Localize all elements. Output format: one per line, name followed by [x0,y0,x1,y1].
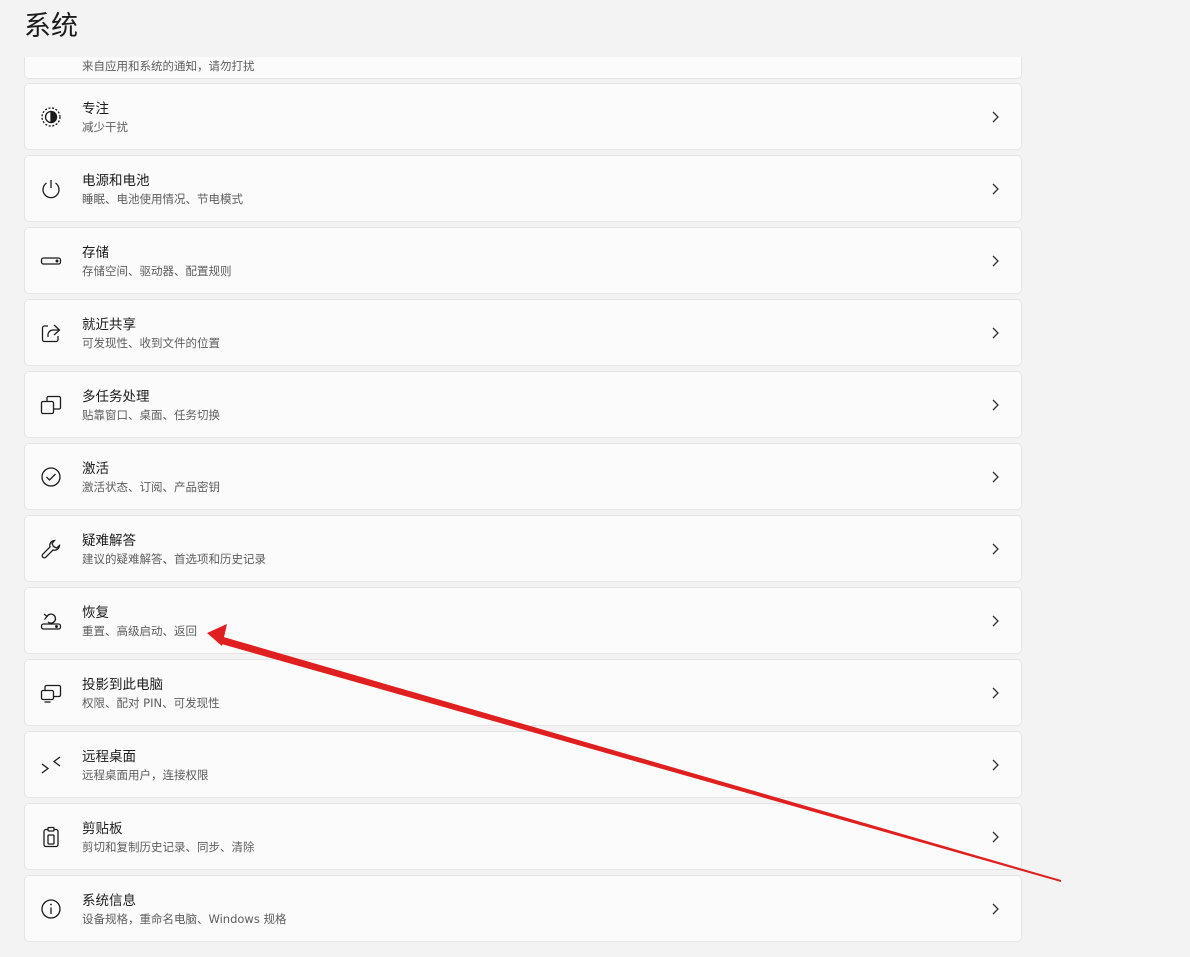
focus-icon [40,106,62,128]
chevron-right-icon [992,543,999,555]
chevron-right-icon [992,831,999,843]
item-subtitle: 可发现性、收到文件的位置 [82,336,220,350]
chevron-right-icon [992,759,999,771]
settings-item-troubleshoot[interactable]: 疑难解答 建议的疑难解答、首选项和历史记录 [24,515,1022,582]
item-title: 就近共享 [82,317,136,333]
chevron-right-icon [992,183,999,195]
item-subtitle: 来自应用和系统的通知，请勿打扰 [82,59,255,73]
item-title: 电源和电池 [82,173,150,189]
wrench-icon [40,538,62,560]
item-title: 存储 [82,245,109,261]
info-icon [40,898,62,920]
chevron-right-icon [992,255,999,267]
settings-item-recovery[interactable]: 恢复 重置、高级启动、返回 [24,587,1022,654]
settings-item-focus[interactable]: 专注 减少干扰 [24,83,1022,150]
item-subtitle: 存储空间、驱动器、配置规则 [82,264,232,278]
settings-item-nearby-sharing[interactable]: 就近共享 可发现性、收到文件的位置 [24,299,1022,366]
item-subtitle: 睡眠、电池使用情况、节电模式 [82,192,243,206]
chevron-right-icon [992,687,999,699]
clipboard-icon [40,826,62,848]
item-subtitle: 剪切和复制历史记录、同步、清除 [82,840,255,854]
recovery-icon [40,610,62,632]
item-title: 投影到此电脑 [82,677,163,693]
item-subtitle: 减少干扰 [82,120,128,134]
page-title: 系统 [24,11,78,42]
storage-icon [40,250,62,272]
settings-item-activation[interactable]: 激活 激活状态、订阅、产品密钥 [24,443,1022,510]
item-title: 恢复 [82,605,109,621]
item-subtitle: 重置、高级启动、返回 [82,624,197,638]
item-subtitle: 权限、配对 PIN、可发现性 [82,696,220,710]
chevron-right-icon [992,111,999,123]
activation-icon [40,466,62,488]
item-subtitle: 建议的疑难解答、首选项和历史记录 [82,552,266,566]
settings-item-power[interactable]: 电源和电池 睡眠、电池使用情况、节电模式 [24,155,1022,222]
remote-desktop-icon [40,754,62,776]
chevron-right-icon [992,903,999,915]
chevron-right-icon [992,615,999,627]
item-subtitle: 贴靠窗口、桌面、任务切换 [82,408,220,422]
settings-item-storage[interactable]: 存储 存储空间、驱动器、配置规则 [24,227,1022,294]
chevron-right-icon [992,327,999,339]
item-title: 剪贴板 [82,821,123,837]
settings-item-clipboard[interactable]: 剪贴板 剪切和复制历史记录、同步、清除 [24,803,1022,870]
item-title: 远程桌面 [82,749,136,765]
item-title: 激活 [82,461,109,477]
share-icon [40,322,62,344]
settings-item-remote-desktop[interactable]: 远程桌面 远程桌面用户，连接权限 [24,731,1022,798]
item-title: 多任务处理 [82,389,150,405]
header-background [0,0,1190,57]
settings-item-projecting[interactable]: 投影到此电脑 权限、配对 PIN、可发现性 [24,659,1022,726]
project-icon [40,682,62,704]
item-title: 系统信息 [82,893,136,909]
multitasking-icon [40,394,62,416]
item-subtitle: 远程桌面用户，连接权限 [82,768,209,782]
power-icon [40,178,62,200]
item-subtitle: 激活状态、订阅、产品密钥 [82,480,220,494]
item-subtitle: 设备规格，重命名电脑、Windows 规格 [82,912,287,926]
chevron-right-icon [992,399,999,411]
settings-item-about[interactable]: 系统信息 设备规格，重命名电脑、Windows 规格 [24,875,1022,942]
item-title: 专注 [82,101,109,117]
settings-item-multitasking[interactable]: 多任务处理 贴靠窗口、桌面、任务切换 [24,371,1022,438]
chevron-right-icon [992,471,999,483]
item-title: 疑难解答 [82,533,136,549]
